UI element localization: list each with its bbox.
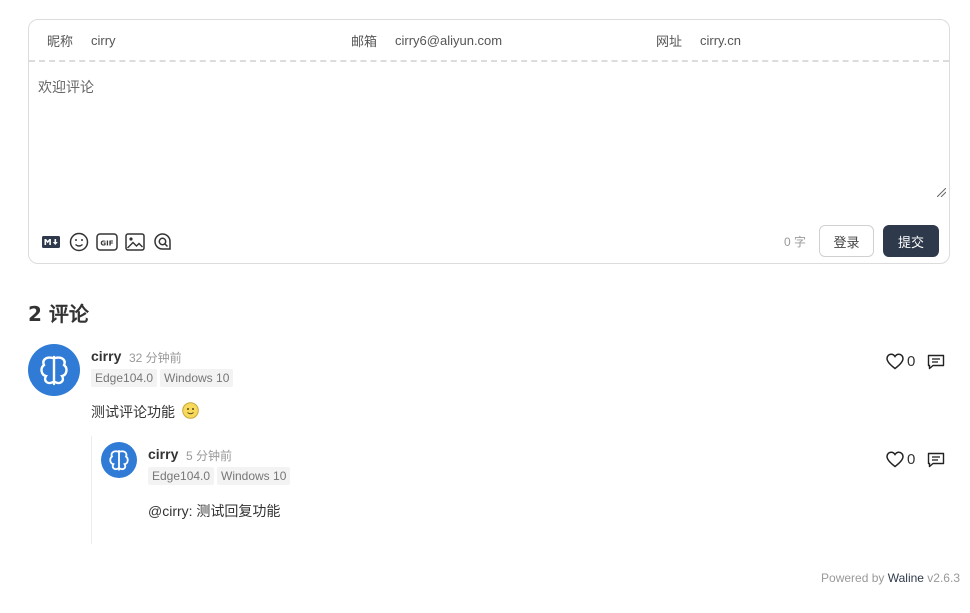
word-count-value: 0 (784, 235, 791, 249)
markdown-icon[interactable] (40, 231, 62, 253)
mail-input[interactable]: cirry6@aliyun.com (395, 33, 502, 48)
comment-content: 测试评论功能 (91, 402, 199, 422)
nick-label: 昵称 (47, 33, 74, 49)
gif-icon[interactable]: GIF (96, 231, 118, 253)
like-count: 0 (907, 353, 916, 370)
waline-link[interactable]: Waline (888, 571, 924, 585)
powered-prefix: Powered by (821, 571, 888, 585)
smile-emoji-icon (182, 402, 199, 419)
mail-field[interactable]: 邮箱 cirry6@aliyun.com (351, 20, 651, 60)
like-button[interactable]: 0 (886, 353, 915, 370)
like-count: 0 (907, 451, 916, 468)
reply-icon (927, 452, 945, 468)
version-text: v2.6.3 (923, 571, 960, 585)
reply-button[interactable] (927, 452, 945, 473)
comment-time: 32 分钟前 (129, 351, 182, 365)
heart-icon (886, 353, 904, 370)
submit-button[interactable]: 提交 (883, 225, 939, 257)
reply-mention-link[interactable]: @cirry (148, 503, 189, 519)
word-count-unit: 字 (794, 235, 807, 249)
avatar[interactable] (28, 344, 80, 396)
reply-time: 5 分钟前 (186, 449, 233, 463)
editor-actions: GIF (40, 231, 174, 253)
emoji-icon[interactable] (68, 231, 90, 253)
like-button[interactable]: 0 (886, 451, 915, 468)
svg-text:GIF: GIF (100, 240, 113, 248)
link-label: 网址 (656, 33, 683, 49)
os-badge: Windows 10 (217, 467, 291, 485)
textarea-placeholder: 欢迎评论 (38, 79, 94, 95)
browser-badge: Edge104.0 (91, 369, 158, 387)
word-count: 0 字 (784, 233, 806, 250)
reply-button[interactable] (927, 354, 945, 375)
reply-nick[interactable]: cirry (148, 446, 178, 462)
comments-count: 2 评论 (28, 302, 89, 326)
login-button[interactable]: 登录 (819, 225, 874, 257)
comment-nick[interactable]: cirry (91, 348, 121, 364)
browser-badge: Edge104.0 (148, 467, 215, 485)
reply-icon (927, 354, 945, 370)
image-icon[interactable] (124, 231, 146, 253)
powered-by: Powered by Waline v2.6.3 (821, 571, 960, 585)
nick-field[interactable]: 昵称 cirry (47, 20, 347, 60)
comment-form: 昵称 cirry 邮箱 cirry6@aliyun.com 网址 cirry.c… (28, 19, 950, 264)
reply-text: : 测试回复功能 (188, 503, 281, 519)
comment-textarea[interactable]: 欢迎评论 (29, 62, 949, 200)
form-footer: GIF 0 字 登录 提交 (29, 223, 949, 263)
preview-icon[interactable] (152, 231, 174, 253)
comment-text: 测试评论功能 (91, 404, 175, 420)
form-header: 昵称 cirry 邮箱 cirry6@aliyun.com 网址 cirry.c… (29, 20, 949, 62)
mail-label: 邮箱 (351, 33, 378, 49)
os-badge: Windows 10 (160, 369, 234, 387)
reply-content: @cirry: 测试回复功能 (148, 501, 280, 521)
link-input[interactable]: cirry.cn (700, 33, 741, 48)
nick-input[interactable]: cirry (91, 33, 116, 48)
avatar[interactable] (101, 442, 137, 478)
heart-icon (886, 451, 904, 468)
reply-thread-divider (91, 436, 92, 544)
resize-handle-icon[interactable] (937, 188, 946, 197)
link-field[interactable]: 网址 cirry.cn (656, 20, 936, 60)
